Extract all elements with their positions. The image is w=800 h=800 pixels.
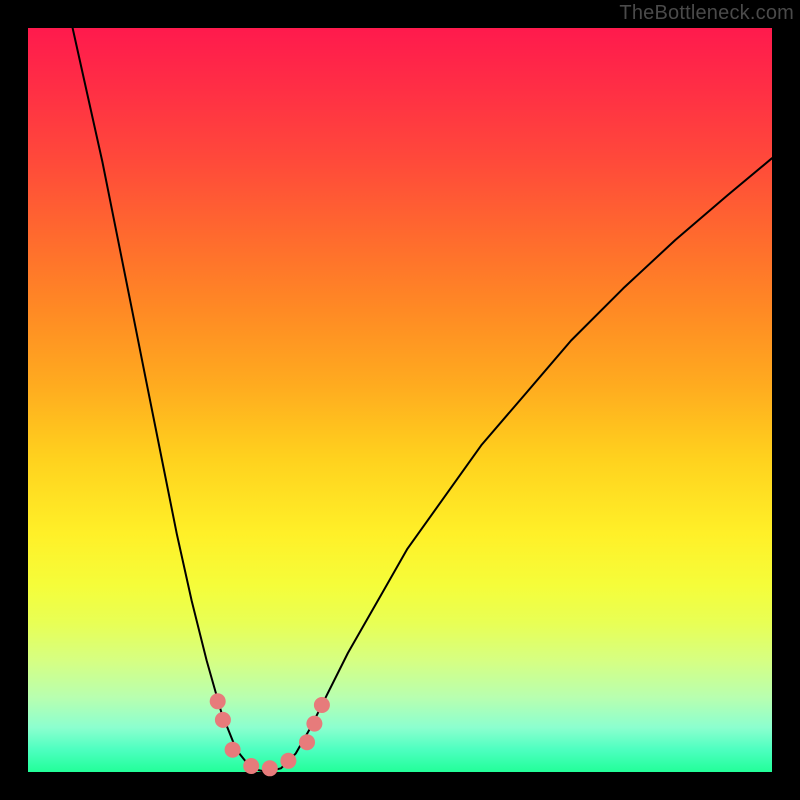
valley-markers xyxy=(210,693,330,776)
marker-dot xyxy=(299,734,315,750)
chart-frame: TheBottleneck.com xyxy=(0,0,800,800)
marker-dot xyxy=(314,697,330,713)
marker-dot xyxy=(262,760,278,776)
watermark-text: TheBottleneck.com xyxy=(619,2,794,25)
chart-svg xyxy=(28,28,772,772)
valley-curve xyxy=(73,28,772,772)
marker-dot xyxy=(225,742,241,758)
marker-dot xyxy=(210,693,226,709)
marker-dot xyxy=(306,716,322,732)
marker-dot xyxy=(280,753,296,769)
marker-dot xyxy=(215,712,231,728)
marker-dot xyxy=(243,758,259,774)
plot-area xyxy=(28,28,772,772)
